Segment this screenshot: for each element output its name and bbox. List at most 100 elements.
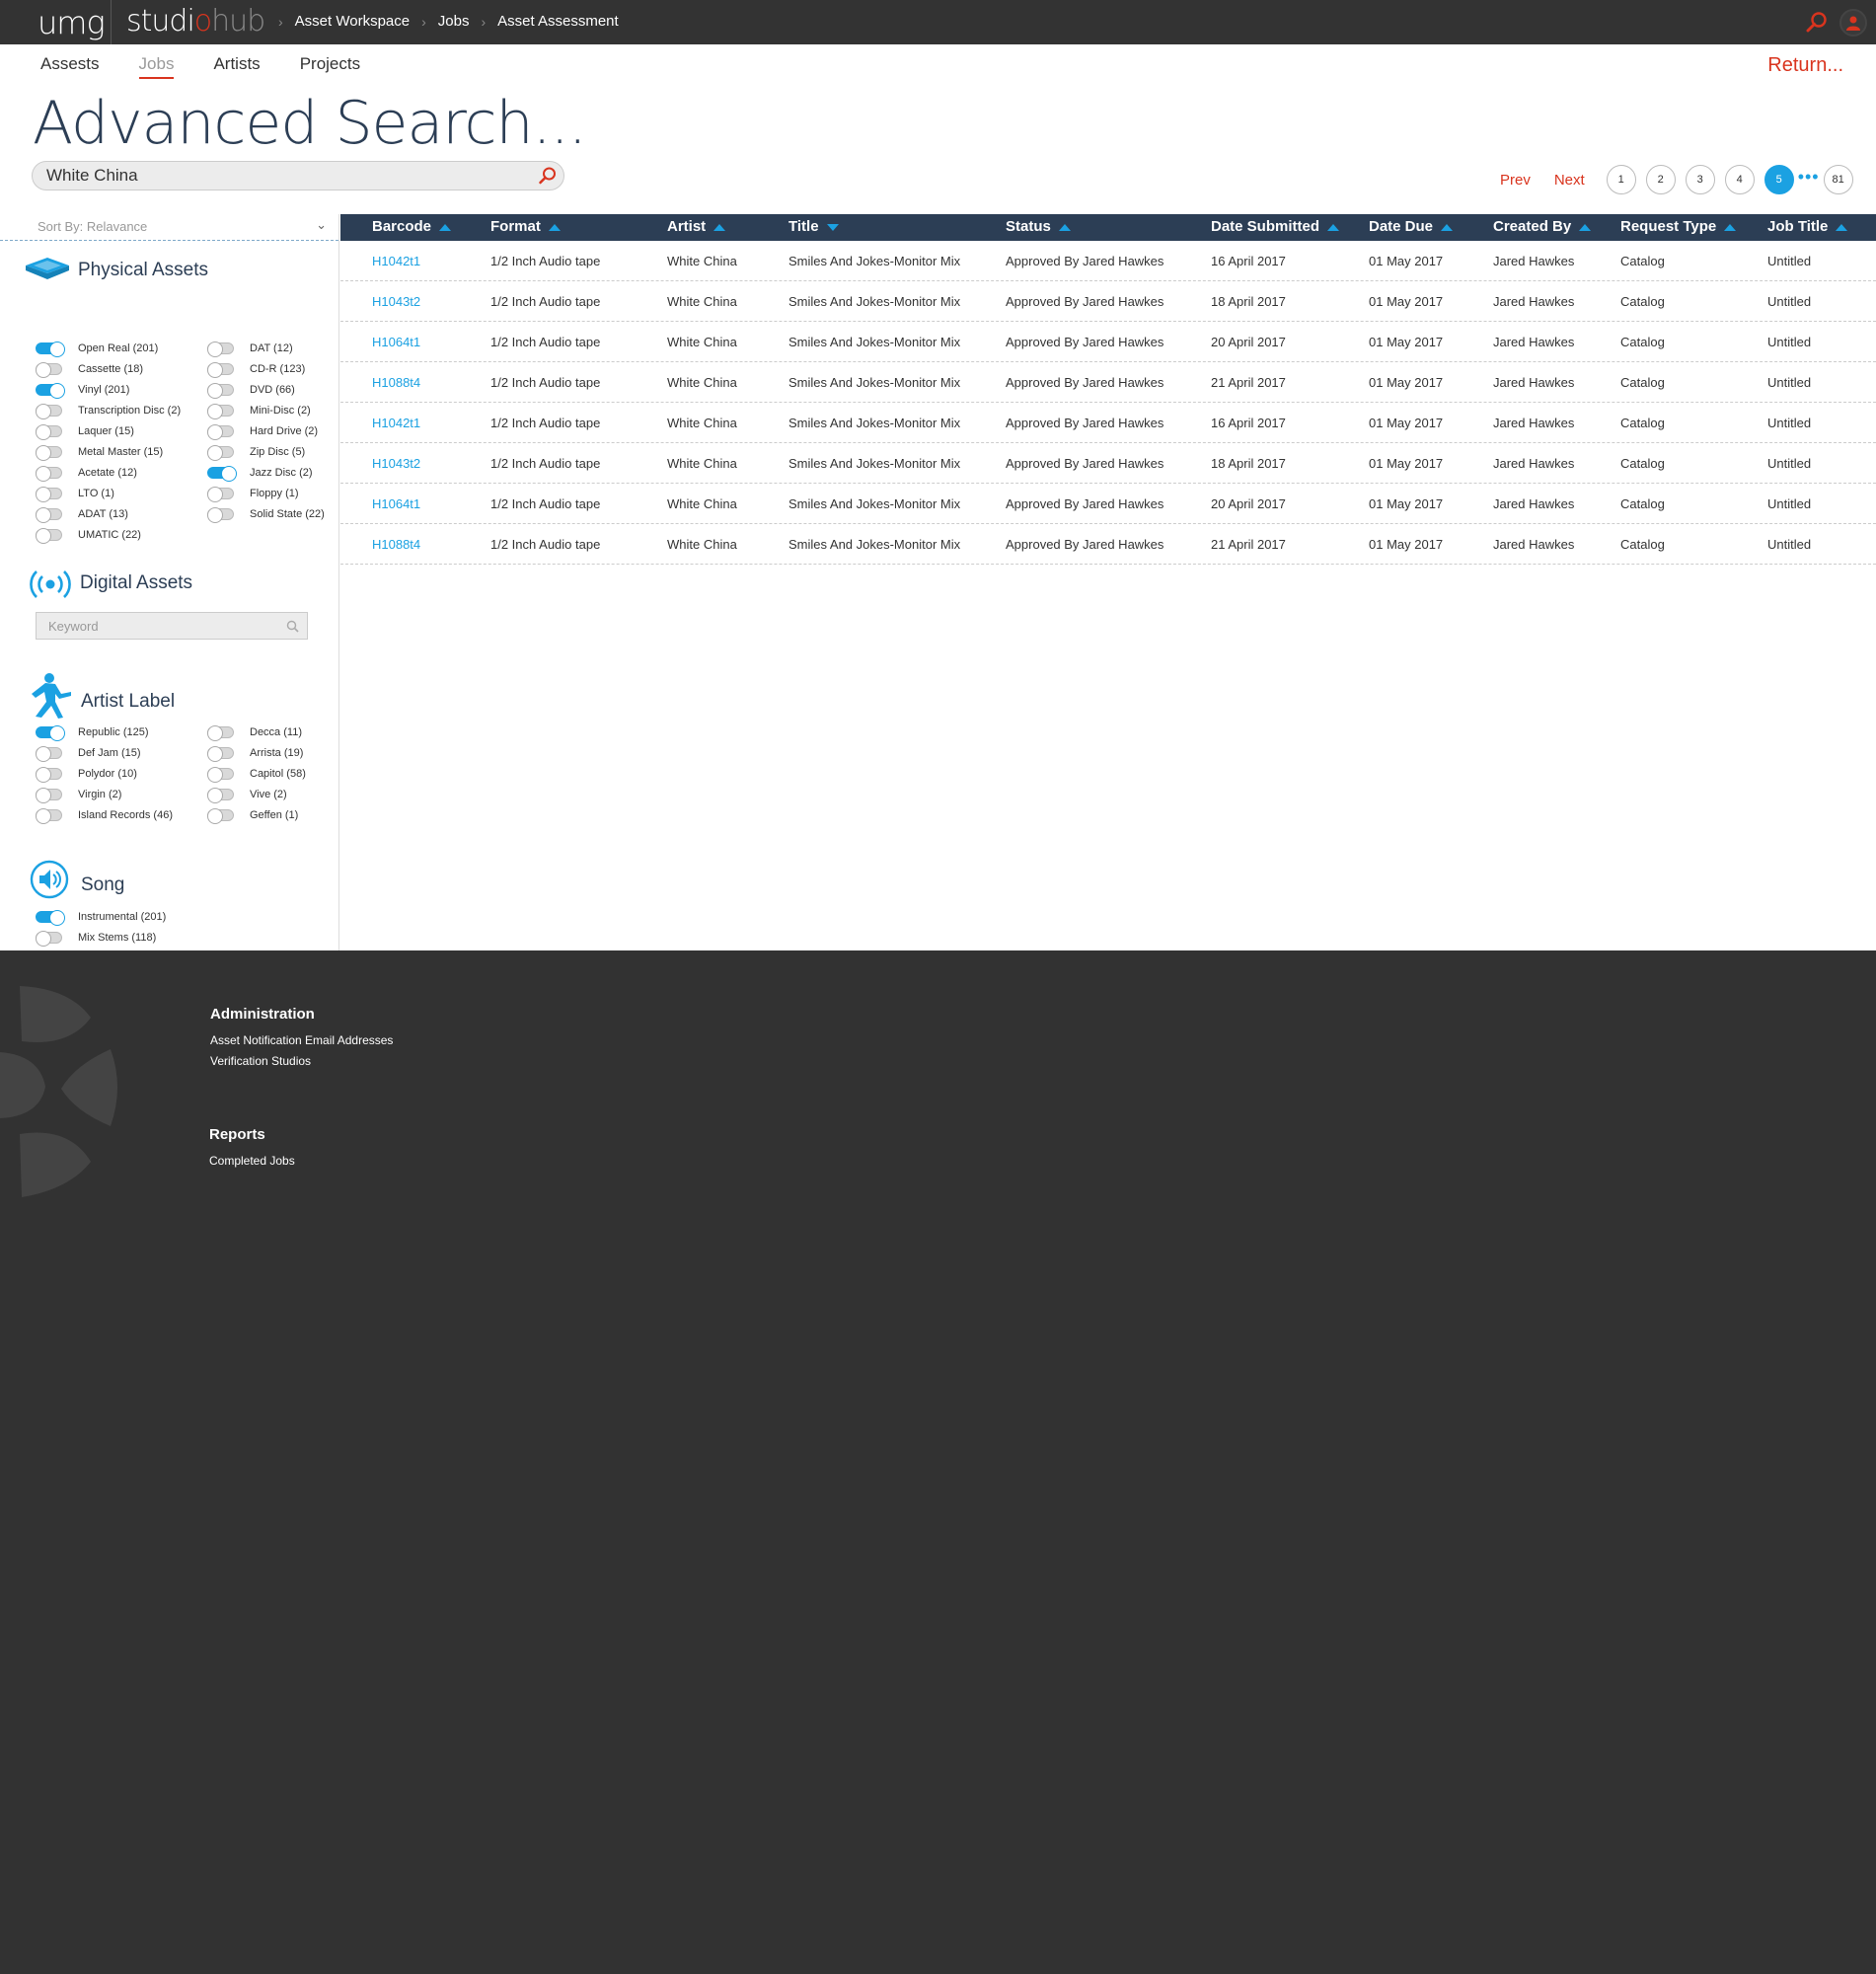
toggle-switch[interactable]	[207, 362, 234, 378]
filter-option-mini-disc[interactable]: Mini-Disc (2)	[207, 404, 311, 419]
toggle-switch[interactable]	[36, 931, 62, 947]
toggle-switch[interactable]	[36, 746, 62, 762]
tab-jobs[interactable]: Jobs	[138, 54, 175, 79]
toggle-switch[interactable]	[36, 445, 62, 461]
toggle-switch[interactable]	[36, 487, 62, 502]
search-icon[interactable]	[538, 166, 558, 186]
column-header-title[interactable]: Title	[788, 218, 839, 235]
search-icon[interactable]	[1806, 11, 1828, 33]
column-header-request-type[interactable]: Request Type	[1620, 218, 1737, 235]
toggle-switch[interactable]	[36, 424, 62, 440]
barcode-link[interactable]: H1043t2	[372, 456, 420, 471]
sort-ascending-icon[interactable]	[1441, 223, 1454, 231]
filter-option-dat[interactable]: DAT (12)	[207, 342, 293, 357]
sort-ascending-icon[interactable]	[713, 223, 726, 231]
column-header-barcode[interactable]: Barcode	[372, 218, 452, 235]
filter-option-republic[interactable]: Republic (125)	[36, 725, 149, 741]
tab-assests[interactable]: Assests	[40, 54, 100, 79]
filter-option-cd-r[interactable]: CD-R (123)	[207, 362, 305, 378]
filter-option-arrista[interactable]: Arrista (19)	[207, 746, 303, 762]
column-header-date-submitted[interactable]: Date Submitted	[1211, 218, 1340, 235]
barcode-link[interactable]: H1088t4	[372, 375, 420, 390]
footer-link-email-addresses[interactable]: Asset Notification Email Addresses	[210, 1033, 393, 1047]
search-input[interactable]	[46, 166, 520, 186]
page-button-last[interactable]: 81	[1823, 165, 1853, 194]
filter-option-umatic[interactable]: UMATIC (22)	[36, 528, 141, 544]
filter-option-zip-disc[interactable]: Zip Disc (5)	[207, 445, 305, 461]
sort-ascending-icon[interactable]	[1058, 223, 1071, 231]
filter-option-instrumental[interactable]: Instrumental (201)	[36, 910, 166, 926]
toggle-switch[interactable]	[207, 767, 234, 783]
tab-artists[interactable]: Artists	[213, 54, 260, 79]
sort-ascending-icon[interactable]	[1579, 223, 1592, 231]
sort-dropdown[interactable]: Sort By: Relavance ⌄	[0, 214, 338, 241]
filter-option-vive[interactable]: Vive (2)	[207, 788, 287, 803]
filter-option-laquer[interactable]: Laquer (15)	[36, 424, 134, 440]
toggle-switch[interactable]	[36, 342, 65, 357]
filter-option-floppy[interactable]: Floppy (1)	[207, 487, 299, 502]
table-row[interactable]: H1064t1 1/2 Inch Audio tape White China Smi…	[340, 484, 1876, 524]
filter-option-vinyl[interactable]: Vinyl (201)	[36, 383, 129, 399]
column-header-status[interactable]: Status	[1006, 218, 1071, 235]
toggle-switch[interactable]	[36, 725, 65, 741]
breadcrumb-jobs[interactable]: Jobs	[438, 13, 470, 30]
search-icon[interactable]	[286, 620, 299, 633]
barcode-link[interactable]: H1042t1	[372, 254, 420, 268]
column-header-job-title[interactable]: Job Title	[1767, 218, 1848, 235]
table-row[interactable]: H1088t4 1/2 Inch Audio tape White China Smi…	[340, 524, 1876, 565]
toggle-switch[interactable]	[207, 507, 234, 523]
barcode-link[interactable]: H1064t1	[372, 335, 420, 349]
toggle-switch[interactable]	[36, 910, 65, 926]
keyword-input[interactable]	[48, 619, 275, 634]
filter-option-jazz-disc[interactable]: Jazz Disc (2)	[207, 466, 313, 482]
filter-option-dvd[interactable]: DVD (66)	[207, 383, 295, 399]
toggle-switch[interactable]	[36, 507, 62, 523]
next-page-link[interactable]: Next	[1554, 172, 1585, 189]
prev-page-link[interactable]: Prev	[1500, 172, 1531, 189]
toggle-switch[interactable]	[207, 466, 237, 482]
filter-option-hard-drive[interactable]: Hard Drive (2)	[207, 424, 318, 440]
filter-option-open-real[interactable]: Open Real (201)	[36, 342, 158, 357]
toggle-switch[interactable]	[36, 528, 62, 544]
toggle-switch[interactable]	[207, 746, 234, 762]
filter-option-transcription-disc[interactable]: Transcription Disc (2)	[36, 404, 181, 419]
return-link[interactable]: Return...	[1767, 54, 1843, 77]
filter-option-metal-master[interactable]: Metal Master (15)	[36, 445, 163, 461]
barcode-link[interactable]: H1042t1	[372, 416, 420, 430]
sort-ascending-icon[interactable]	[439, 223, 452, 231]
barcode-link[interactable]: H1088t4	[372, 537, 420, 552]
page-button-3[interactable]: 3	[1685, 165, 1715, 194]
barcode-link[interactable]: H1064t1	[372, 496, 420, 511]
page-button-4[interactable]: 4	[1724, 165, 1755, 194]
column-header-artist[interactable]: Artist	[667, 218, 726, 235]
filter-option-acetate[interactable]: Acetate (12)	[36, 466, 137, 482]
filter-option-capitol[interactable]: Capitol (58)	[207, 767, 306, 783]
studiohub-logo[interactable]: studiohub	[126, 4, 265, 38]
table-row[interactable]: H1088t4 1/2 Inch Audio tape White China Smi…	[340, 362, 1876, 403]
toggle-switch[interactable]	[36, 788, 62, 803]
filter-option-cassette[interactable]: Cassette (18)	[36, 362, 143, 378]
toggle-switch[interactable]	[207, 487, 234, 502]
sort-ascending-icon[interactable]	[1724, 223, 1737, 231]
filter-option-solid-state[interactable]: Solid State (22)	[207, 507, 325, 523]
page-button-1[interactable]: 1	[1606, 165, 1636, 194]
column-header-created-by[interactable]: Created By	[1493, 218, 1592, 235]
filter-option-polydor[interactable]: Polydor (10)	[36, 767, 137, 783]
breadcrumb-asset-workspace[interactable]: Asset Workspace	[295, 13, 410, 30]
toggle-switch[interactable]	[36, 404, 62, 419]
footer-link-completed-jobs[interactable]: Completed Jobs	[209, 1154, 295, 1168]
filter-option-decca[interactable]: Decca (11)	[207, 725, 302, 741]
filter-option-geffen[interactable]: Geffen (1)	[207, 808, 298, 824]
filter-option-island-records[interactable]: Island Records (46)	[36, 808, 173, 824]
filter-option-virgin[interactable]: Virgin (2)	[36, 788, 121, 803]
toggle-switch[interactable]	[207, 808, 234, 824]
filter-option-lto[interactable]: LTO (1)	[36, 487, 114, 502]
toggle-switch[interactable]	[207, 342, 234, 357]
toggle-switch[interactable]	[207, 383, 234, 399]
sort-ascending-icon[interactable]	[548, 223, 561, 231]
table-row[interactable]: H1064t1 1/2 Inch Audio tape White China Smi…	[340, 322, 1876, 362]
sort-ascending-icon[interactable]	[1327, 223, 1340, 231]
breadcrumb-asset-assessment[interactable]: Asset Assessment	[497, 13, 619, 30]
tab-projects[interactable]: Projects	[300, 54, 360, 79]
toggle-switch[interactable]	[36, 466, 62, 482]
